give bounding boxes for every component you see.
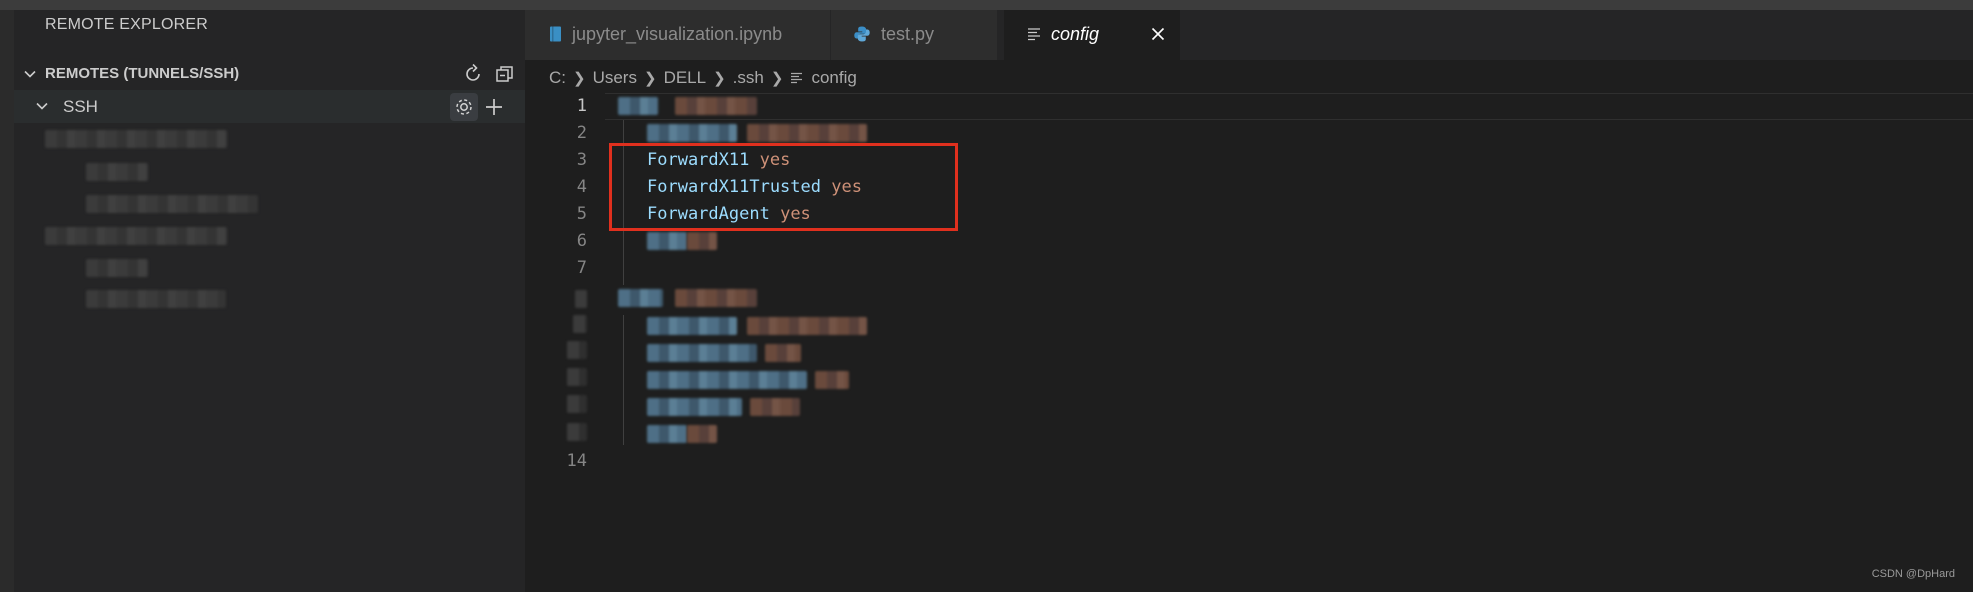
collapse-all-icon[interactable] [493, 62, 517, 86]
breadcrumb-item[interactable]: .ssh [733, 68, 764, 88]
tab-config[interactable]: config [1004, 10, 1181, 60]
chevron-down-icon[interactable] [34, 98, 50, 114]
tab-label: test.py [881, 24, 935, 44]
redacted-code [675, 289, 757, 307]
ssh-label: SSH [63, 97, 98, 116]
remotes-section-header[interactable]: REMOTES (TUNNELS/SSH) [14, 58, 525, 90]
redacted-code [747, 124, 867, 142]
activity-bar-edge [0, 10, 14, 592]
redacted-code [750, 398, 800, 416]
redacted-line-number [567, 341, 587, 359]
redacted-host-entry[interactable] [45, 227, 227, 245]
editor-tab-bar: jupyter_visualization.ipynb test.py conf… [525, 10, 1973, 60]
python-icon [854, 26, 870, 42]
line-number: 6 [576, 231, 587, 251]
watermark: CSDN @DpHard [1871, 568, 1955, 580]
breadcrumb-item[interactable]: DELL [664, 68, 707, 88]
redacted-code [815, 371, 849, 389]
redacted-line-number [567, 368, 587, 386]
redacted-line-number [567, 395, 587, 413]
line-number: 14 [566, 451, 587, 471]
line-number: 7 [576, 258, 587, 278]
redacted-code [618, 289, 663, 307]
redacted-code [647, 232, 687, 250]
tab-label: jupyter_visualization.ipynb [572, 24, 783, 44]
redacted-code [687, 425, 717, 443]
redacted-code [747, 317, 867, 335]
chevron-right-icon: ❯ [770, 70, 784, 87]
redacted-code [687, 232, 717, 250]
redacted-code [647, 344, 757, 362]
gear-icon [456, 99, 472, 115]
tab-jupyter-visualization[interactable]: jupyter_visualization.ipynb [525, 10, 831, 60]
breadcrumb: C: ❯ Users ❯ DELL ❯ .ssh ❯ config [549, 66, 857, 90]
add-new-host-icon[interactable] [482, 95, 506, 119]
tab-label: config [1051, 24, 1100, 44]
refresh-icon[interactable] [461, 62, 485, 86]
line-number: 4 [576, 177, 587, 197]
tab-test-py[interactable]: test.py [831, 10, 998, 60]
redacted-line-number [575, 290, 587, 308]
breadcrumb-item[interactable]: config [811, 68, 856, 88]
sidebar-title: REMOTE EXPLORER [45, 16, 209, 33]
redacted-host-entry[interactable] [86, 195, 258, 213]
chevron-right-icon: ❯ [643, 70, 657, 87]
title-bar-strip [0, 0, 1973, 10]
redacted-line-number [573, 315, 587, 333]
breadcrumb-item[interactable]: Users [593, 68, 637, 88]
settings-gear-button[interactable] [450, 93, 478, 121]
redacted-code [618, 97, 658, 115]
redacted-code [647, 398, 742, 416]
line-number: 5 [576, 204, 587, 224]
redacted-line-number [567, 423, 587, 441]
redacted-host-entry[interactable] [45, 130, 227, 148]
indent-guide [623, 315, 624, 445]
redacted-code [647, 371, 807, 389]
line-number: 2 [576, 123, 587, 143]
redacted-host-entry[interactable] [86, 163, 148, 181]
annotation-highlight-box [609, 143, 958, 231]
redacted-code [765, 344, 801, 362]
line-number: 1 [576, 96, 587, 116]
ssh-tree-item[interactable]: SSH [14, 90, 525, 123]
redacted-host-entry[interactable] [86, 290, 226, 308]
lines-icon [791, 72, 803, 84]
redacted-code [647, 317, 737, 335]
redacted-code [647, 425, 687, 443]
breadcrumb-item[interactable]: C: [549, 68, 566, 88]
chevron-right-icon: ❯ [573, 70, 586, 87]
redacted-code [675, 97, 757, 115]
redacted-host-entry[interactable] [86, 259, 148, 277]
chevron-down-icon[interactable] [22, 66, 38, 82]
remotes-section-label: REMOTES (TUNNELS/SSH) [45, 65, 240, 82]
line-number: 3 [576, 150, 587, 170]
lines-icon [1028, 28, 1040, 41]
current-line-highlight [605, 93, 1973, 120]
close-icon[interactable] [1149, 25, 1167, 43]
redacted-code [647, 124, 737, 142]
notebook-icon [550, 26, 561, 42]
chevron-right-icon: ❯ [713, 70, 726, 87]
